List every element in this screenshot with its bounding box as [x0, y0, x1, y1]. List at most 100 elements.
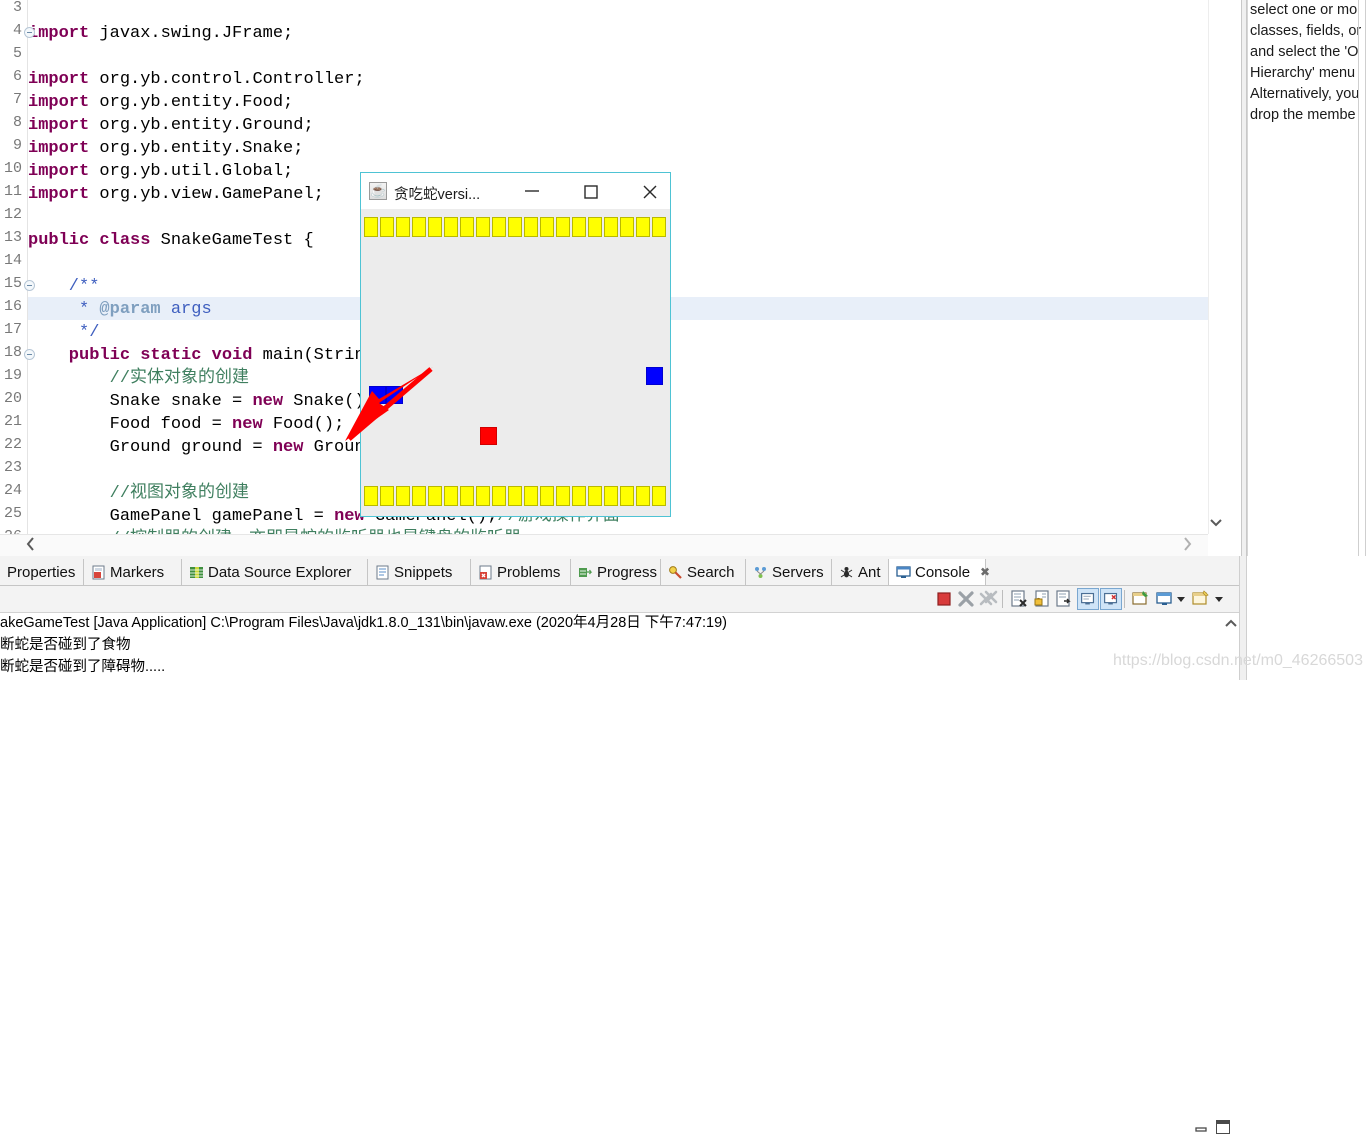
terminate-button[interactable] — [933, 588, 955, 610]
eclipse-ide-window: 3456789101112131415161718192021222324252… — [0, 0, 1369, 1134]
tab-progress[interactable]: Progress — [571, 559, 661, 585]
wall-cell — [524, 486, 538, 506]
line-number: 15 — [3, 275, 22, 292]
game-window-title: 贪吃蛇versi... — [394, 187, 481, 203]
view-tab-bar[interactable]: Properties Markers Data Source Explorer Sni… — [0, 559, 1239, 585]
maximize-view-icon[interactable] — [1216, 1120, 1230, 1134]
close-icon[interactable]: ✖ — [980, 565, 990, 579]
code-line: */ — [28, 321, 99, 344]
editor-vertical-scrollbar[interactable] — [1208, 0, 1225, 534]
code-token: @param — [99, 300, 171, 319]
code-token: new — [272, 438, 314, 457]
line-number: 22 — [3, 436, 22, 453]
ant-icon — [839, 565, 854, 580]
display-selected-console-dropdown[interactable] — [1174, 588, 1188, 610]
scroll-lock-button[interactable] — [1031, 588, 1053, 610]
line-number: 12 — [3, 206, 22, 223]
code-token: import — [28, 24, 100, 43]
tab-label: Console — [915, 563, 971, 581]
code-token: //实体对象的创建 — [28, 369, 250, 388]
game-close-button[interactable] — [627, 173, 672, 209]
wall-cell — [364, 486, 378, 506]
console-line: akeGameTest [Java Application] C:\Progra… — [0, 615, 727, 631]
word-wrap-button[interactable] — [1053, 588, 1075, 610]
code-token: args — [170, 300, 212, 319]
editor-scroll-right-icon[interactable] — [1182, 536, 1202, 554]
servers-icon — [753, 565, 768, 580]
fold-toggle-icon[interactable] — [24, 280, 35, 291]
open-console-dropdown[interactable] — [1212, 588, 1226, 610]
wall-cell — [652, 486, 666, 506]
wall-cell — [508, 486, 522, 506]
type-hierarchy-view[interactable]: select one or mo classes, fields, or and s… — [1239, 0, 1369, 556]
tab-problems[interactable]: Problems — [471, 559, 571, 585]
tab-properties[interactable]: Properties — [0, 559, 84, 585]
game-window-titlebar[interactable]: ☕ 贪吃蛇versi... — [361, 173, 670, 209]
tab-data-source-explorer[interactable]: Data Source Explorer — [182, 559, 368, 585]
remove-launch-button[interactable] — [955, 588, 977, 610]
clear-console-button[interactable] — [1008, 588, 1030, 610]
console-line: 断蛇是否碰到了障碍物..... — [0, 659, 166, 675]
line-number: 16 — [3, 298, 22, 315]
code-token: public class — [28, 231, 161, 250]
code-line: /** — [28, 275, 100, 298]
display-selected-console-button[interactable] — [1153, 588, 1175, 610]
hierarchy-scrollbar-inner[interactable] — [1241, 0, 1247, 556]
bottom-panel: Properties Markers Data Source Explorer Sni… — [0, 556, 1240, 1134]
tab-search[interactable]: Search — [661, 559, 746, 585]
wall-cell — [476, 217, 490, 237]
code-line: //视图对象的创建 — [28, 482, 249, 505]
code-token: /** — [28, 277, 100, 296]
wall-cell — [492, 486, 506, 506]
code-token: import — [28, 185, 100, 204]
line-number: 20 — [3, 390, 22, 407]
tab-label: Snippets — [394, 563, 453, 581]
editor-horizontal-scrollbar[interactable] — [0, 534, 1208, 556]
minimize-view-icon[interactable] — [1193, 1122, 1209, 1138]
game-maximize-button[interactable] — [568, 173, 613, 209]
tab-label: Servers — [772, 563, 824, 581]
show-console-on-error-button[interactable] — [1100, 588, 1122, 610]
fold-toggle-icon[interactable] — [24, 349, 35, 360]
tab-ant[interactable]: Ant — [832, 559, 889, 585]
hierarchy-scrollbar-track[interactable] — [1239, 0, 1248, 556]
obstacle-block — [646, 367, 663, 385]
open-console-button[interactable] — [1190, 588, 1212, 610]
hierarchy-help-line: classes, fields, or — [1250, 23, 1362, 39]
console-toolbar[interactable] — [0, 586, 1239, 613]
code-line: Snake snake = new Snake(); — [28, 390, 375, 413]
code-token: */ — [28, 323, 100, 342]
tab-servers[interactable]: Servers — [746, 559, 832, 585]
fold-toggle-icon[interactable] — [24, 27, 35, 38]
show-console-on-output-button[interactable] — [1077, 588, 1099, 610]
snake-game-window[interactable]: ☕ 贪吃蛇versi... — [360, 172, 671, 517]
editor-scroll-down-icon[interactable] — [1206, 512, 1226, 534]
line-number: 5 — [12, 45, 22, 62]
hierarchy-right-divider-2 — [1365, 0, 1366, 556]
code-token: import — [28, 139, 100, 158]
wall-cell — [572, 486, 586, 506]
wall-cell — [524, 217, 538, 237]
code-line: import org.yb.control.Controller; — [28, 68, 365, 91]
tab-console[interactable]: Console ✖ — [889, 559, 990, 585]
line-number: 10 — [3, 160, 22, 177]
wall-cell — [412, 486, 426, 506]
remove-all-terminated-button[interactable] — [977, 588, 999, 610]
wall-cell — [652, 217, 666, 237]
console-output[interactable]: akeGameTest [Java Application] C:\Progra… — [0, 613, 1223, 680]
game-canvas[interactable] — [361, 209, 670, 516]
line-number: 17 — [3, 321, 22, 338]
pin-console-button[interactable] — [1130, 588, 1152, 610]
editor-scroll-left-icon[interactable] — [26, 536, 46, 554]
tab-markers[interactable]: Markers — [84, 559, 182, 585]
line-number: 14 — [3, 252, 22, 269]
wall-cell — [588, 217, 602, 237]
code-line: import org.yb.view.GamePanel; — [28, 183, 324, 206]
tab-snippets[interactable]: Snippets — [368, 559, 471, 585]
hierarchy-help-line: Hierarchy' menu — [1250, 65, 1356, 81]
wall-cell — [604, 486, 618, 506]
code-token: import — [28, 70, 100, 89]
code-token: Food food = — [28, 415, 233, 434]
console-scroll-up-icon[interactable] — [1224, 616, 1240, 632]
game-minimize-button[interactable] — [509, 173, 554, 209]
